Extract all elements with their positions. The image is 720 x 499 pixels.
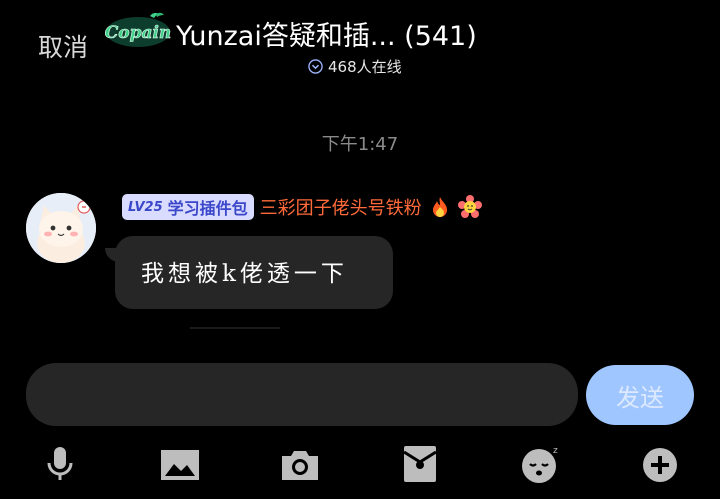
camera-icon[interactable] xyxy=(280,444,320,484)
send-button[interactable]: 发送 xyxy=(586,365,694,425)
level-label: LV25 xyxy=(128,199,163,215)
group-title[interactable]: Yunzai答疑和插... (541) xyxy=(176,14,477,53)
plus-icon[interactable] xyxy=(640,444,680,484)
input-toolbar: z xyxy=(0,440,720,490)
chat-header: 取消 Copain Yunzai答疑和插... (541) 468人在线 xyxy=(0,0,720,80)
message-text: 我想被k佬透一下 xyxy=(141,261,348,287)
microphone-icon[interactable] xyxy=(40,444,80,484)
avatar[interactable] xyxy=(26,193,96,263)
svg-text:z: z xyxy=(553,446,558,456)
sender-name[interactable]: 三彩团子佬头号铁粉 xyxy=(260,194,422,220)
online-status[interactable]: 468人在线 xyxy=(308,56,402,77)
chevron-down-icon xyxy=(308,59,323,74)
cancel-button[interactable]: 取消 xyxy=(38,28,88,64)
image-icon[interactable] xyxy=(160,444,200,484)
divider xyxy=(190,327,280,329)
red-packet-icon[interactable] xyxy=(400,444,440,484)
emoji-icon[interactable]: z xyxy=(520,444,560,484)
message-input[interactable] xyxy=(26,363,578,426)
svg-text:Copain: Copain xyxy=(105,23,172,43)
fire-icon xyxy=(432,197,447,217)
bubble-tail xyxy=(105,248,119,262)
message-meta: LV25 学习插件包 三彩团子佬头号铁粉 xyxy=(122,193,482,221)
member-badge[interactable]: LV25 学习插件包 xyxy=(122,194,254,220)
message-bubble[interactable]: 我想被k佬透一下 xyxy=(105,236,393,309)
flower-face-icon xyxy=(457,195,482,218)
online-count: 468人在线 xyxy=(328,58,402,76)
cat-avatar-icon xyxy=(26,193,96,263)
message-timestamp: 下午1:47 xyxy=(321,134,399,155)
group-logo-icon: Copain xyxy=(104,12,172,47)
badge-title: 学习插件包 xyxy=(167,199,248,218)
